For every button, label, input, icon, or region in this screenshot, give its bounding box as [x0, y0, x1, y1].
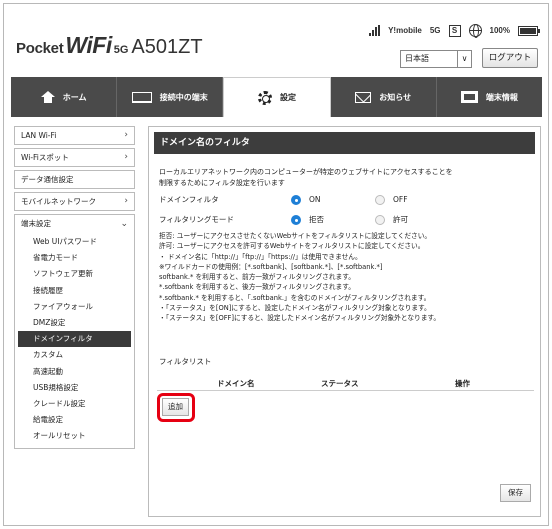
app-frame: Pocket WiFi 5G A501ZT Y!mobile 5G S 100%… [3, 3, 549, 526]
domain-filter-off-label: OFF [393, 195, 408, 204]
page-description: ローカルエリアネットワーク内のコンピューターが特定のウェブサイトにアクセスするこ… [159, 167, 453, 189]
tab-settings[interactable]: 設定 [223, 77, 331, 117]
language-value: 日本語 [405, 54, 429, 63]
description-line: ローカルエリアネットワーク内のコンピューターが特定のウェブサイトにアクセスするこ… [159, 168, 453, 176]
logo-pocket-text: Pocket [16, 40, 64, 57]
sidebar-item-label: LAN Wi-Fi [21, 131, 57, 140]
chevron-down-icon: ⌄ [120, 219, 128, 229]
note-line: ※ワイルドカードの使用例：[*.softbank]、[softbank.*]、[… [159, 262, 383, 271]
tab-connected-devices[interactable]: 接続中の端末 [117, 77, 224, 117]
domain-filter-off-radio[interactable] [375, 195, 385, 205]
chevron-down-icon: ∨ [457, 51, 471, 67]
sidebar-item-all-reset[interactable]: オールリセット [15, 428, 134, 444]
globe-icon [468, 24, 482, 38]
carrier-name: Y!mobile [388, 26, 422, 35]
note-line: ・「ステータス」を[OFF]にすると、設定したドメイン名がフィルタリング対象外と… [159, 314, 441, 323]
note-line: softbank.* を利用すると、前方一致がフィルタリングされます。 [159, 273, 355, 282]
note-line: 拒否: ユーザーにアクセスさせたくないWebサイトをフィルタリストに設定してくだ… [159, 232, 432, 240]
sidebar-item-dmz[interactable]: DMZ設定 [15, 315, 134, 331]
tab-device-info-label: 端末情報 [485, 92, 518, 102]
sidebar-item-lan-wifi[interactable]: LAN Wi-Fi › [14, 126, 135, 145]
column-header-status: ステータス [321, 379, 359, 388]
sidebar-item-custom[interactable]: カスタム [15, 347, 134, 363]
brand-logo: Pocket WiFi 5G A501ZT [16, 32, 203, 59]
domain-filter-on-label: ON [309, 195, 321, 204]
column-header-domain: ドメイン名 [217, 379, 255, 388]
sidebar-item-label: Wi-Fiスポット [21, 153, 69, 162]
devices-icon [131, 91, 152, 103]
home-icon [40, 91, 55, 103]
sidebar-item-fast-boot[interactable]: 高速起動 [15, 364, 134, 380]
column-header-actions: 操作 [455, 379, 470, 388]
sidebar-item-label: データ通信設定 [21, 175, 74, 184]
sidebar-item-power-supply[interactable]: 給電設定 [15, 412, 134, 428]
sim-icon: S [448, 24, 461, 37]
tab-settings-label: 設定 [280, 93, 296, 102]
note-line: ・「ステータス」を[ON]にすると、設定したドメイン名がフィルタリング対象となり… [159, 304, 431, 313]
filter-list-header: ドメイン名 ステータス 操作 [157, 375, 534, 391]
filter-list-title: フィルタリスト [159, 357, 212, 366]
sidebar-group-device-settings: 端末設定 ⌄ Web UIパスワード 省電力モード ソフトウェア更新 接続履歴 … [14, 214, 135, 450]
status-bar: Y!mobile 5G S 100% [369, 24, 540, 38]
add-button[interactable]: 追加 [162, 398, 189, 416]
note-line: 許可: ユーザーにアクセスを許可するWebサイトをフィルタリストに設定してくださ… [159, 242, 425, 251]
sidebar-item-software-update[interactable]: ソフトウェア更新 [15, 266, 134, 282]
filtering-mode-label: フィルタリングモード [159, 215, 234, 224]
sidebar-item-connection-history[interactable]: 接続履歴 [15, 283, 134, 299]
sidebar-group-header[interactable]: 端末設定 ⌄ [15, 215, 134, 234]
sidebar-item-firewall[interactable]: ファイアウォール [15, 299, 134, 315]
sidebar: LAN Wi-Fi › Wi-Fiスポット › データ通信設定 モバイルネットワ… [14, 126, 135, 450]
tab-notifications-label: お知らせ [379, 92, 412, 102]
main-panel: ドメイン名のフィルタ ローカルエリアネットワーク内のコンピューターが特定のウェブ… [148, 126, 541, 517]
domain-filter-label: ドメインフィルタ [159, 195, 219, 204]
sidebar-item-data-settings[interactable]: データ通信設定 [14, 170, 135, 189]
page-title: ドメイン名のフィルタ [154, 132, 535, 154]
gear-icon [258, 90, 272, 105]
header: Pocket WiFi 5G A501ZT Y!mobile 5G S 100%… [4, 4, 548, 74]
save-button[interactable]: 保存 [500, 484, 531, 502]
sidebar-item-label: モバイルネットワーク [21, 197, 96, 206]
filtering-mode-deny-radio[interactable] [291, 215, 301, 225]
battery-icon [518, 25, 540, 36]
chevron-right-icon: › [124, 130, 128, 140]
sidebar-item-cradle[interactable]: クレードル設定 [15, 396, 134, 412]
note-line: *.softbank を利用すると、後方一致がフィルタリングされます。 [159, 283, 355, 292]
signal-icon [369, 25, 381, 36]
filter-notes: 拒否: ユーザーにアクセスさせたくないWebサイトをフィルタリストに設定してくだ… [159, 231, 440, 324]
main-nav: ホーム 接続中の端末 設定 お知らせ 端末情報 [11, 77, 542, 117]
tab-home-label: ホーム [62, 92, 87, 102]
mail-icon [355, 91, 372, 103]
device-info-icon [460, 91, 478, 103]
note-line: *.softbank.* を利用すると、「.softbank.」を含むのドメイン… [159, 293, 431, 302]
sidebar-item-power-saving[interactable]: 省電力モード [15, 250, 134, 266]
device-model: A501ZT [131, 36, 203, 58]
sidebar-item-domain-filter[interactable]: ドメインフィルタ [18, 331, 131, 348]
sidebar-item-wifi-spot[interactable]: Wi-Fiスポット › [14, 148, 135, 167]
tab-notifications[interactable]: お知らせ [331, 77, 437, 117]
logout-button[interactable]: ログアウト [482, 48, 538, 68]
description-line: 制限するためにフィルタ設定を行います [159, 179, 285, 187]
chevron-right-icon: › [124, 152, 128, 162]
language-select[interactable]: 日本語 ∨ [400, 50, 472, 68]
sidebar-item-usb-standard[interactable]: USB規格設定 [15, 380, 134, 396]
tab-devices-label: 接続中の端末 [159, 92, 208, 102]
sidebar-item-mobile-network[interactable]: モバイルネットワーク › [14, 192, 135, 211]
logo-wifi-text: WiFi [65, 32, 112, 58]
filtering-mode-deny-label: 拒否 [309, 215, 324, 224]
sidebar-item-webui-password[interactable]: Web UIパスワード [15, 234, 134, 250]
battery-percent: 100% [489, 26, 510, 35]
tab-home[interactable]: ホーム [11, 77, 118, 117]
chevron-right-icon: › [124, 196, 128, 206]
note-line: ・ ドメイン名に「http://」「ftp://」「https://」は使用でき… [159, 252, 362, 261]
domain-filter-on-radio[interactable] [291, 195, 301, 205]
network-type: 5G [429, 26, 441, 35]
filtering-mode-allow-radio[interactable] [375, 215, 385, 225]
tab-device-info[interactable]: 端末情報 [437, 77, 542, 117]
sidebar-group-label: 端末設定 [21, 219, 51, 228]
logo-5g-text: 5G [113, 44, 129, 56]
filtering-mode-allow-label: 許可 [393, 215, 408, 224]
